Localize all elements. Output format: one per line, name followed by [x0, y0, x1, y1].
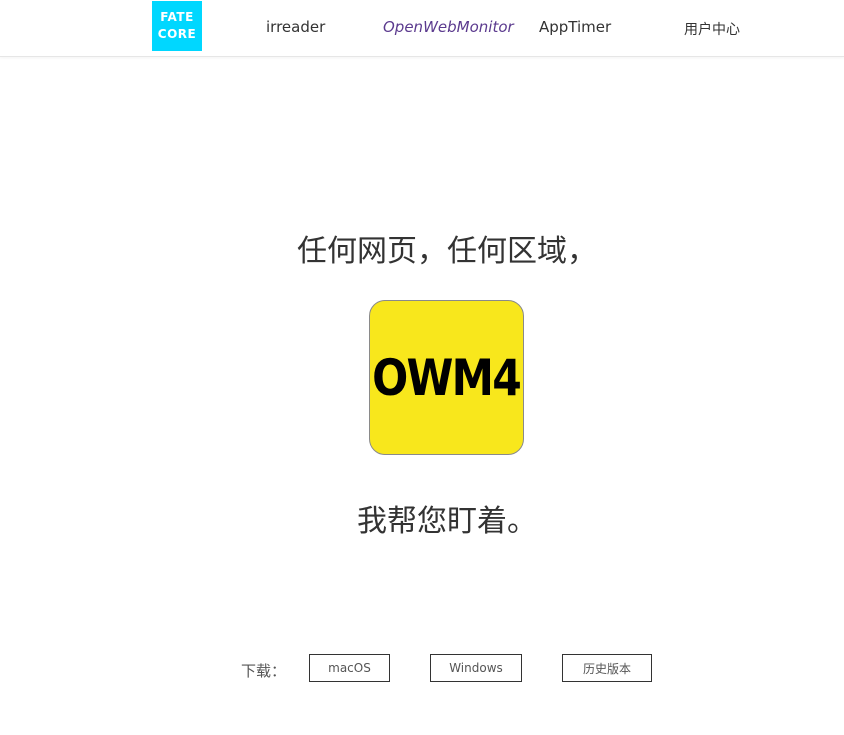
logo-line-2: CORE	[157, 27, 197, 41]
top-navbar: FATE CORE irreader OpenWebMonitor AppTim…	[0, 0, 844, 57]
download-label: 下载：	[241, 662, 287, 680]
logo-line-1: FATE	[160, 10, 194, 24]
hero-headline: 任何网页，任何区域，	[297, 234, 597, 269]
hero-subline: 我帮您盯着。	[357, 504, 537, 539]
app-icon-text: OWM4	[372, 348, 522, 407]
fatecore-logo[interactable]: FATE CORE	[152, 1, 202, 51]
nav-link-user-center[interactable]: 用户中心	[684, 19, 740, 39]
nav-link-openwebmonitor[interactable]: OpenWebMonitor	[383, 18, 514, 36]
owm-app-icon: OWM4	[369, 300, 524, 455]
nav-link-apptimer[interactable]: AppTimer	[539, 18, 611, 36]
download-history-button[interactable]: 历史版本	[562, 654, 652, 682]
download-macos-button[interactable]: macOS	[309, 654, 390, 682]
download-windows-button[interactable]: Windows	[430, 654, 522, 682]
nav-link-irreader[interactable]: irreader	[266, 18, 325, 36]
